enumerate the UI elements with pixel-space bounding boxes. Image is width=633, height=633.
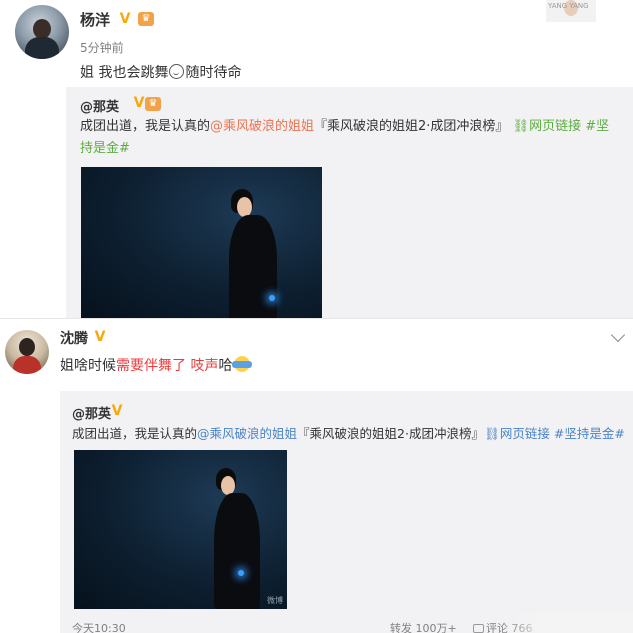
watermark-overlay	[500, 613, 633, 633]
avatar-body	[25, 37, 59, 59]
post-text: 姐 我也会跳舞 随时待命	[80, 62, 241, 82]
repost-count[interactable]: 转发 100万+	[390, 620, 457, 633]
comment-icon	[473, 624, 484, 633]
repost-text-part: 成团出道，我是认真的	[72, 426, 198, 441]
emoji-icon	[232, 356, 253, 372]
member-crown-icon: ♛	[145, 97, 161, 111]
figure-face	[237, 197, 252, 217]
avatar-body	[13, 356, 41, 374]
microphone-glow	[238, 570, 244, 576]
repost-username[interactable]: @那英	[72, 403, 111, 422]
corner-thumbnail: YANG YANG	[546, 0, 596, 22]
repost-photo[interactable]	[81, 167, 322, 318]
topic-text: 『乘风破浪的姐姐2·成团冲浪榜』	[314, 119, 509, 134]
highlight-text: 需要伴舞了	[116, 358, 186, 374]
post-text: 姐啥时候需要伴舞了 吱声哈	[60, 355, 253, 375]
repost-text-part: 成团出道，我是认真的	[80, 119, 211, 134]
post-time[interactable]: 5分钟前	[80, 39, 124, 56]
post-text-part: 姐啥时候	[60, 358, 116, 374]
verified-icon: V	[133, 95, 145, 111]
post-text-part: 随时待命	[185, 65, 242, 81]
post-text-part: 哈	[218, 358, 233, 374]
highlight-text: 吱声	[190, 358, 219, 374]
verified-icon: V	[119, 11, 131, 27]
link-icon: ⛓	[483, 426, 500, 441]
repost-text: 成团出道，我是认真的@乘风破浪的姐姐『乘风破浪的姐姐2·成团冲浪榜』 ⛓网页链接…	[80, 116, 620, 160]
repost-count-label: 转发 100万+	[390, 622, 457, 633]
mention-link[interactable]: @乘风破浪的姐姐	[197, 426, 297, 441]
repost-time[interactable]: 今天10:30	[72, 620, 126, 633]
username[interactable]: 杨洋	[80, 9, 110, 30]
avatar-head	[19, 338, 35, 356]
link-icon: ⛓	[512, 119, 530, 134]
avatar[interactable]	[5, 330, 49, 374]
verified-icon: V	[94, 329, 106, 345]
mention-link[interactable]: @乘风破浪的姐姐	[210, 119, 314, 134]
post-yangyang: 杨洋 V ♛ YANG YANG 5分钟前 姐 我也会跳舞 随时待命 @那英 V …	[0, 0, 633, 318]
verified-icon: V	[111, 403, 123, 419]
topic-text: 『乘风破浪的姐姐2·成团冲浪榜』	[297, 426, 484, 441]
repost-photo[interactable]: 微博	[74, 450, 287, 609]
web-link[interactable]: 网页链接	[529, 119, 581, 134]
performer-figure	[214, 493, 260, 609]
post-text-part: 姐 我也会跳舞	[80, 65, 169, 81]
grin-emoji-icon	[169, 64, 185, 79]
username[interactable]: 沈腾	[60, 328, 88, 348]
photo-watermark: 微博	[267, 596, 283, 605]
web-link[interactable]: 网页链接	[500, 426, 550, 441]
repost-text: 成团出道，我是认真的@乘风破浪的姐姐『乘风破浪的姐姐2·成团冲浪榜』⛓网页链接 …	[72, 423, 627, 445]
microphone-glow	[269, 295, 275, 301]
thumbnail-label: YANG YANG	[548, 2, 589, 10]
hashtag-link[interactable]: #坚持是金#	[554, 426, 625, 441]
performer-figure	[229, 215, 277, 318]
member-crown-icon: ♛	[138, 12, 154, 26]
repost-username[interactable]: @那英	[80, 96, 119, 115]
avatar-head	[33, 19, 51, 39]
avatar[interactable]	[15, 5, 69, 59]
